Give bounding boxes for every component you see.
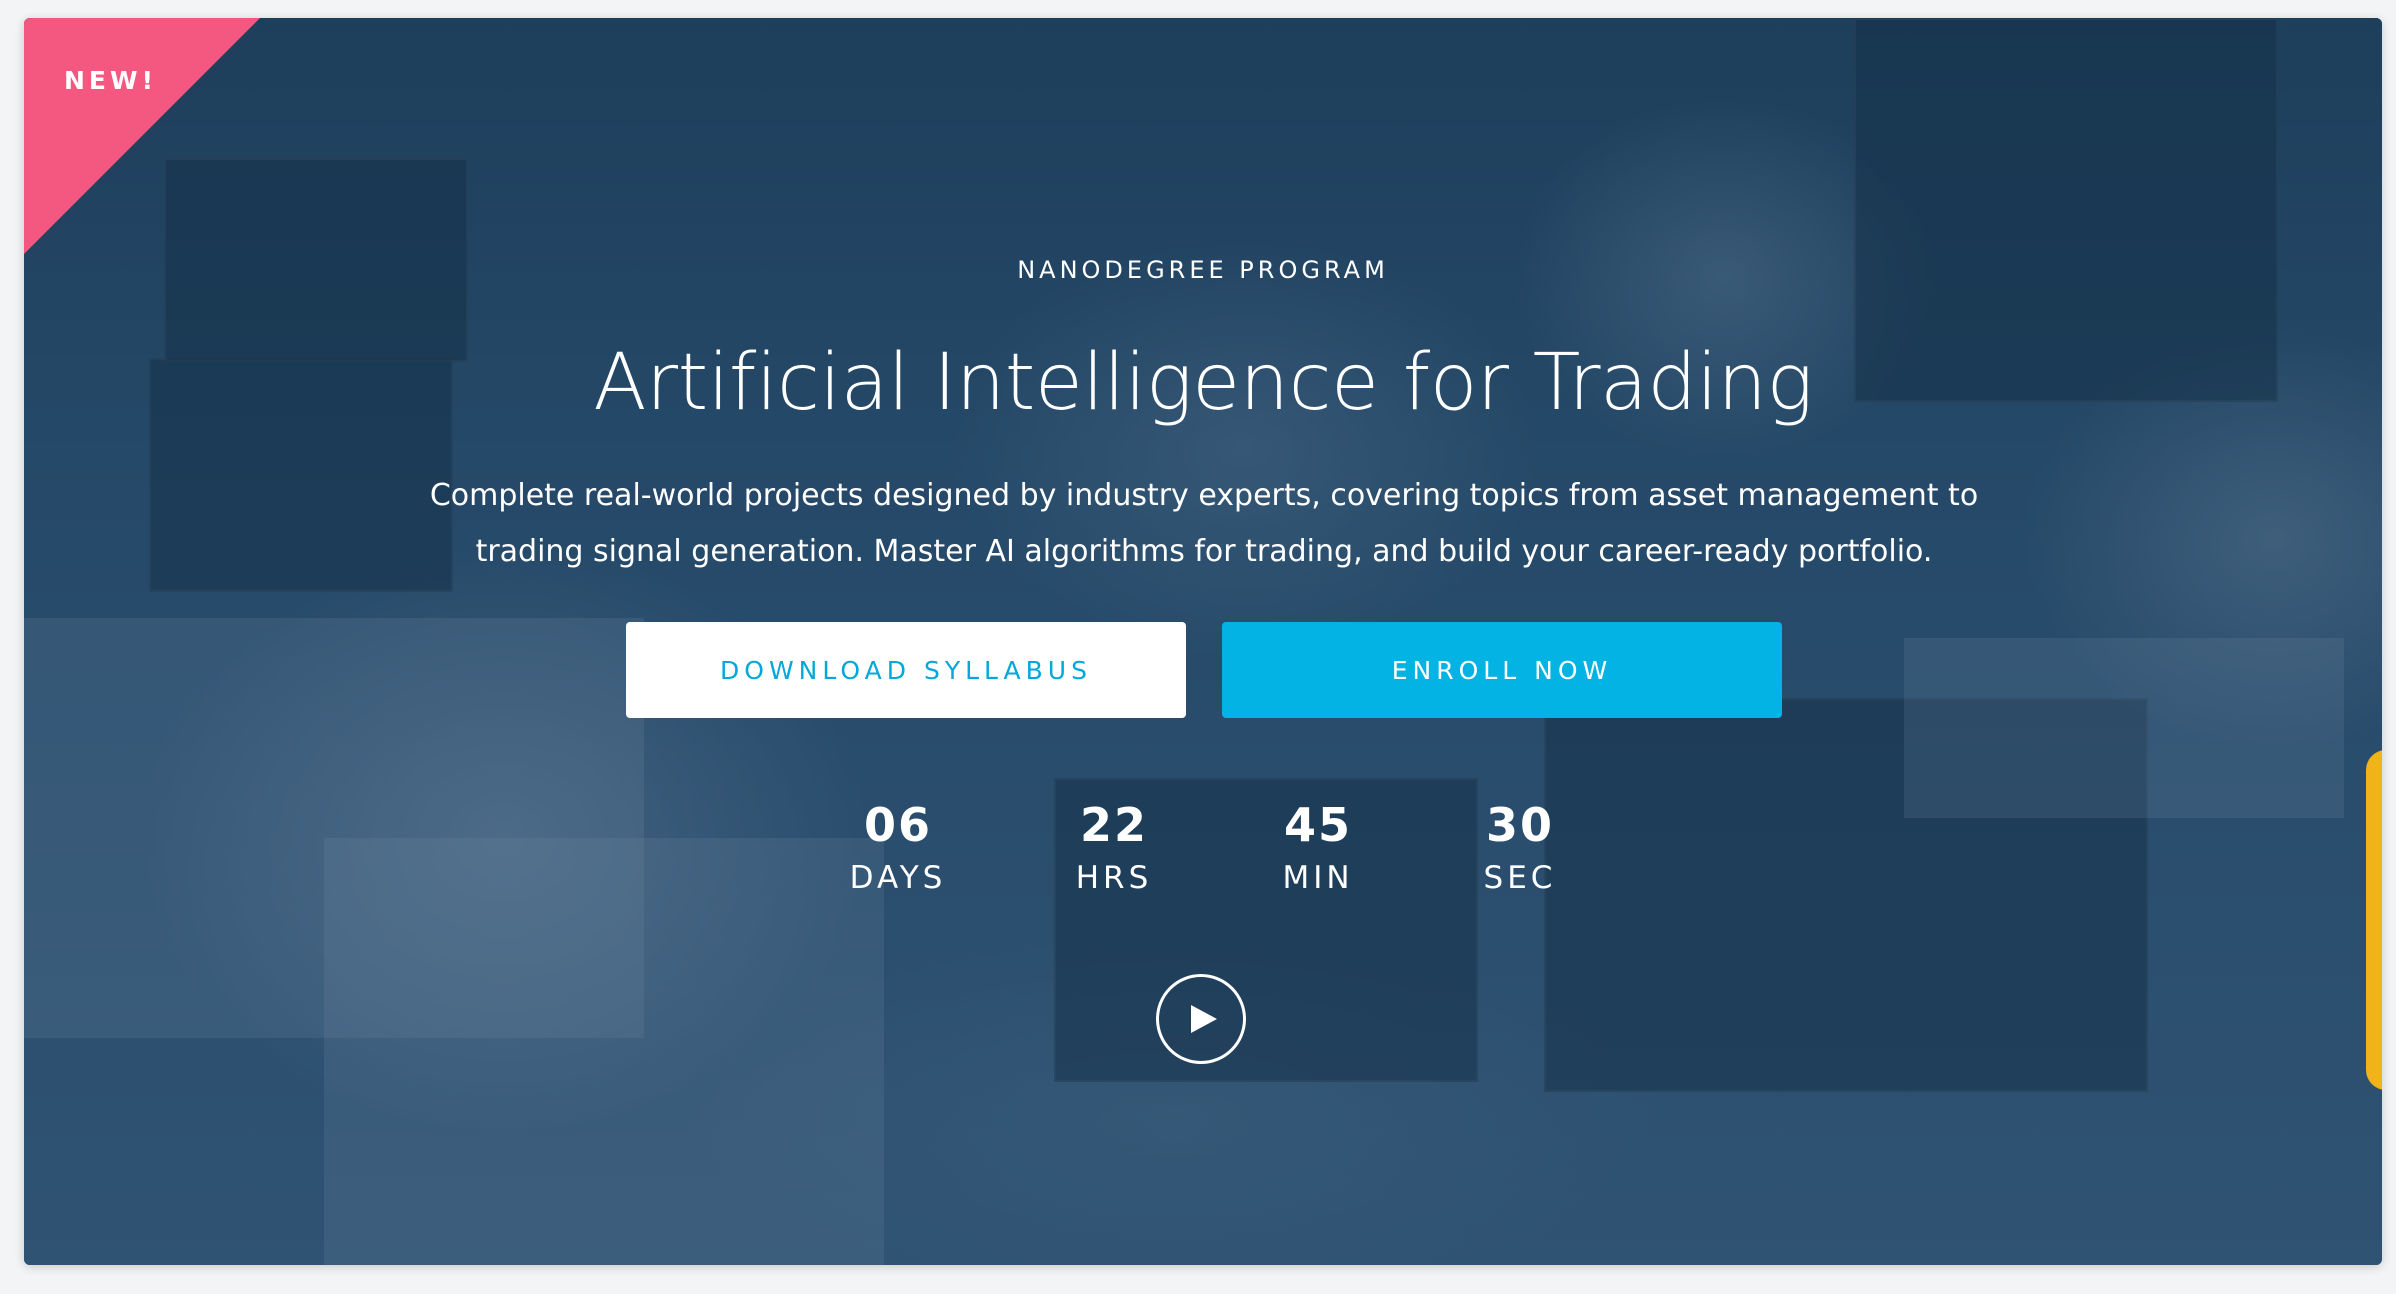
countdown-seconds-value: 30 bbox=[1485, 798, 1554, 852]
countdown-days-label: DAYS bbox=[849, 860, 947, 896]
countdown-seconds: 30 SEC bbox=[1420, 798, 1620, 896]
countdown-hours-label: HRS bbox=[1075, 860, 1153, 896]
program-type-label: NANODEGREE PROGRAM bbox=[1017, 256, 1389, 284]
description-line-1: Complete real-world projects designed by… bbox=[429, 478, 1979, 513]
side-feedback-tab[interactable] bbox=[2366, 750, 2382, 1090]
program-description: Complete real-world projects designed by… bbox=[404, 468, 2004, 580]
countdown-hours: 22 HRS bbox=[1014, 798, 1214, 896]
countdown-minutes-label: MIN bbox=[1282, 860, 1354, 896]
countdown-seconds-label: SEC bbox=[1483, 860, 1557, 896]
description-line-2: trading signal generation. Master AI alg… bbox=[475, 534, 1933, 569]
new-badge-label: NEW! bbox=[64, 66, 157, 95]
play-video-button[interactable] bbox=[1156, 974, 1246, 1064]
page-title: Artificial Intelligence for Trading bbox=[593, 338, 1813, 428]
countdown-days: 06 DAYS bbox=[798, 798, 998, 896]
hero-banner: NEW! NANODEGREE PROGRAM Artificial Intel… bbox=[24, 18, 2382, 1265]
play-icon bbox=[1191, 1005, 1217, 1033]
hero-overlay bbox=[24, 18, 2382, 1265]
download-syllabus-button[interactable]: DOWNLOAD SYLLABUS bbox=[626, 622, 1186, 718]
countdown-minutes-value: 45 bbox=[1283, 798, 1352, 852]
new-ribbon bbox=[24, 18, 260, 254]
countdown-hours-value: 22 bbox=[1079, 798, 1148, 852]
countdown-days-value: 06 bbox=[863, 798, 932, 852]
countdown-minutes: 45 MIN bbox=[1218, 798, 1418, 896]
enroll-now-button[interactable]: ENROLL NOW bbox=[1222, 622, 1782, 718]
